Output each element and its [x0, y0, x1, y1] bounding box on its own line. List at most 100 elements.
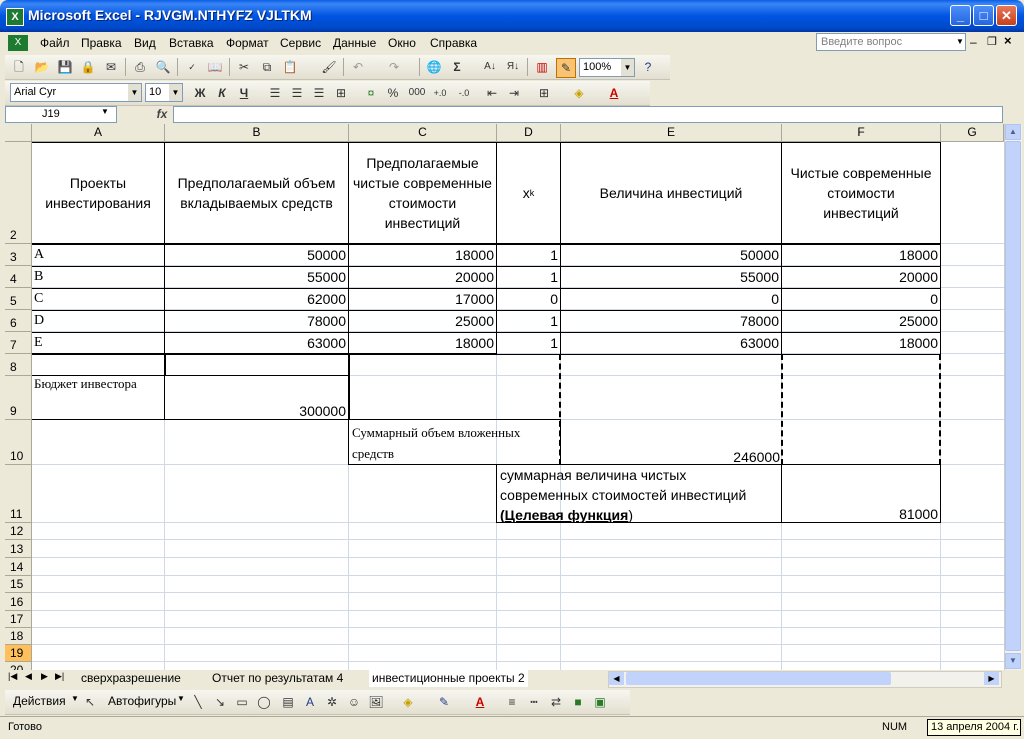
rectangle-icon[interactable]: ▭: [233, 693, 251, 711]
doc-restore-icon[interactable]: ❐: [987, 35, 997, 48]
align-left-icon[interactable]: ☰: [266, 84, 284, 102]
row-header-7[interactable]: 7: [5, 332, 32, 354]
print-preview-icon[interactable]: 🔍: [154, 58, 172, 76]
column-header-b[interactable]: B: [165, 124, 349, 142]
drawing-icon[interactable]: ✎: [556, 58, 576, 78]
zoom-select[interactable]: 100% ▼: [579, 58, 635, 77]
row-header-6[interactable]: 6: [5, 310, 32, 332]
cell-c-row4[interactable]: 20000: [348, 266, 497, 289]
permission-icon[interactable]: 🔒: [79, 58, 97, 76]
next-sheet-icon[interactable]: ▶: [41, 671, 48, 682]
total-label[interactable]: Суммарный объем вложенных средств: [348, 419, 561, 465]
open-icon[interactable]: 📂: [33, 58, 51, 76]
fill-color-draw-icon[interactable]: ◈: [399, 693, 417, 711]
header-planned-npv[interactable]: Предполагаемые чистые современные стоимо…: [348, 142, 497, 244]
font-color-icon[interactable]: A: [605, 84, 623, 102]
cell-f-row7[interactable]: 18000: [781, 332, 941, 355]
spelling-icon[interactable]: ✓: [183, 58, 201, 76]
row-header-18[interactable]: 18: [5, 628, 32, 645]
doc-close-icon[interactable]: ×: [1004, 33, 1012, 48]
row-header-3[interactable]: 3: [5, 244, 32, 266]
zoom-dropdown-icon[interactable]: ▼: [621, 59, 634, 76]
research-icon[interactable]: 📖: [206, 58, 224, 76]
new-icon[interactable]: 🗋: [10, 58, 28, 76]
cell-c-row3[interactable]: 18000: [348, 244, 497, 267]
scroll-down-icon[interactable]: ▼: [1005, 653, 1021, 669]
increase-indent-icon[interactable]: ⇥: [505, 84, 523, 102]
column-header-a[interactable]: A: [32, 124, 165, 142]
cell-e-row3[interactable]: 50000: [560, 244, 782, 267]
cell-c-row6[interactable]: 25000: [348, 310, 497, 333]
cell-e-row7[interactable]: 63000: [560, 332, 782, 355]
menu-help[interactable]: Справка: [430, 35, 477, 51]
borders-icon[interactable]: ⊞: [535, 84, 553, 102]
row-header-10[interactable]: 10: [5, 420, 32, 465]
cell-d-row4[interactable]: 1: [496, 266, 561, 289]
autosum-icon[interactable]: Σ: [448, 58, 466, 76]
redo-icon[interactable]: ↷: [385, 58, 403, 76]
cell-e-row5[interactable]: 0: [560, 288, 782, 311]
italic-button[interactable]: К: [213, 84, 231, 102]
line-icon[interactable]: ╲: [189, 693, 207, 711]
cell-a-row7[interactable]: E: [32, 332, 165, 355]
line-color-icon[interactable]: ✎: [435, 693, 453, 711]
document-icon[interactable]: X: [8, 35, 28, 51]
cell-d-row3[interactable]: 1: [496, 244, 561, 267]
menu-window[interactable]: Окно: [388, 35, 416, 51]
copy-icon[interactable]: ⧉: [258, 58, 276, 76]
cell-a-row4[interactable]: B: [32, 266, 165, 289]
row-header-12[interactable]: 12: [5, 523, 32, 540]
chart-wizard-icon[interactable]: ▥: [533, 58, 551, 76]
row-header-9[interactable]: 9: [5, 376, 32, 420]
percent-button[interactable]: %: [384, 84, 402, 102]
actions-menu[interactable]: Действия: [13, 694, 66, 708]
sort-ascending-icon[interactable]: A↓: [481, 58, 499, 76]
cell-e-row6[interactable]: 78000: [560, 310, 782, 333]
name-box-dropdown-icon[interactable]: ▼: [101, 107, 109, 116]
cell-a-row5[interactable]: C: [32, 288, 165, 311]
cut-icon[interactable]: ✂: [235, 58, 253, 76]
close-button[interactable]: ✕: [996, 5, 1017, 26]
oval-icon[interactable]: ◯: [255, 693, 273, 711]
row-header-14[interactable]: 14: [5, 558, 32, 576]
budget-value[interactable]: 300000: [164, 375, 349, 420]
font-dropdown-icon[interactable]: ▼: [128, 84, 141, 101]
currency-icon[interactable]: ¤: [362, 84, 380, 102]
cell-c-row5[interactable]: 17000: [348, 288, 497, 311]
vertical-scrollbar[interactable]: ▲ ▼: [1004, 124, 1022, 670]
row-header-17[interactable]: 17: [5, 611, 32, 628]
cell-b-row6[interactable]: 78000: [164, 310, 349, 333]
column-header-g[interactable]: G: [941, 124, 1004, 142]
horizontal-scrollbar[interactable]: ◀ ▶: [608, 671, 1002, 688]
print-icon[interactable]: ⎙: [131, 58, 149, 76]
maximize-button[interactable]: □: [973, 5, 994, 26]
scroll-right-icon[interactable]: ▶: [984, 672, 999, 685]
clipart-icon[interactable]: ☺: [345, 693, 363, 711]
format-painter-icon[interactable]: 🖌: [320, 58, 338, 76]
actions-dropdown-icon[interactable]: ▼: [71, 694, 79, 703]
row-header-13[interactable]: 13: [5, 540, 32, 558]
column-header-f[interactable]: F: [782, 124, 941, 142]
wordart-icon[interactable]: A: [301, 693, 319, 711]
shadow-icon[interactable]: ■: [569, 693, 587, 711]
menu-format[interactable]: Формат: [226, 35, 269, 51]
paste-icon[interactable]: 📋: [281, 58, 299, 76]
email-icon[interactable]: ✉: [102, 58, 120, 76]
autoshapes-menu[interactable]: Автофигуры: [108, 694, 176, 708]
column-header-e[interactable]: E: [561, 124, 782, 142]
decrease-indent-icon[interactable]: ⇤: [483, 84, 501, 102]
font-size-select[interactable]: 10 ▼: [145, 83, 183, 102]
row-header-2[interactable]: 2: [5, 142, 32, 244]
select-all-corner[interactable]: [5, 124, 32, 142]
picture-icon[interactable]: 🖼: [367, 693, 385, 711]
total-value[interactable]: 246000: [560, 419, 782, 465]
menu-tools[interactable]: Сервис: [280, 35, 321, 51]
row-header-19[interactable]: 19: [5, 645, 32, 662]
menu-edit[interactable]: Правка: [81, 35, 122, 51]
header-planned-volume[interactable]: Предполагаемый объем вкладываемых средст…: [164, 142, 349, 244]
menu-insert[interactable]: Вставка: [169, 35, 214, 51]
column-header-c[interactable]: C: [349, 124, 497, 142]
row-header-5[interactable]: 5: [5, 288, 32, 310]
dash-style-icon[interactable]: ┅: [525, 693, 543, 711]
hyperlink-icon[interactable]: 🌐: [425, 58, 443, 76]
